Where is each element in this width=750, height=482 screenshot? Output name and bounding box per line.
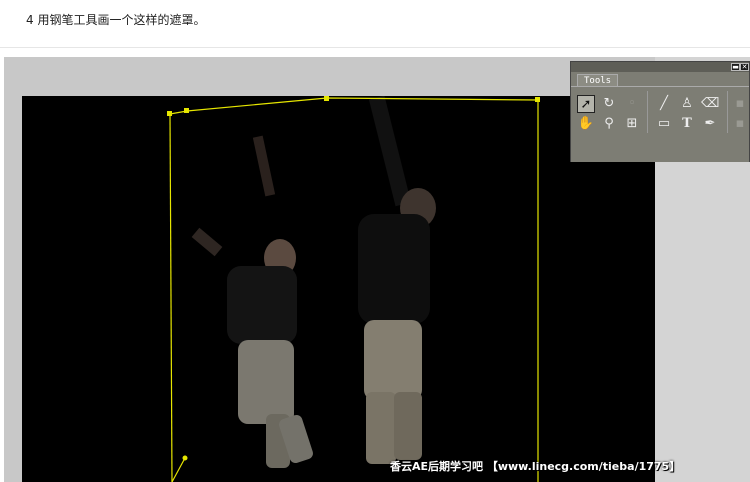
right-dancer [358,96,436,464]
mask-vertex [324,96,329,101]
tools-titlebar[interactable]: ▬ ✕ [571,62,749,72]
footage-image [167,96,540,482]
camera-orbit-icon[interactable]: ◦ [623,95,641,113]
pan-behind-icon[interactable]: ⊞ [623,115,641,133]
mask-vertex [167,111,172,116]
mask-vertex [535,97,540,102]
mask-path-right [169,97,539,482]
mask-vertex [184,108,189,113]
brush-icon[interactable]: ╱ [655,95,673,113]
hand-icon[interactable]: ✋ [577,115,595,133]
world-axis-icon[interactable]: ▪ [731,115,749,133]
axis-mode-icon[interactable]: ▪ [731,95,749,113]
tools-panel[interactable]: ▬ ✕ Tools ➚ ↻ ◦ ✋ ⚲ ⊞ ╱ ♙ ⌫ ▭ T ✒ ▪ ▪ [570,61,750,162]
watermark-text: 香云AE后期学习吧 【www.linecg.com/tieba/1775】 [390,460,681,473]
eraser-icon[interactable]: ⌫ [701,95,719,113]
instruction-text: 4 用钢笔工具画一个这样的遮罩。 [26,13,206,27]
mask-path-left [169,113,173,482]
instruction-bar: 4 用钢笔工具画一个这样的遮罩。 [0,0,750,48]
minimize-icon[interactable]: ▬ [731,63,740,71]
rotate-icon[interactable]: ↻ [600,95,618,113]
text-icon[interactable]: T [678,115,696,133]
clone-stamp-icon[interactable]: ♙ [678,95,696,113]
pen-icon[interactable]: ✒ [701,115,719,133]
mask-vertex [182,455,188,461]
selection-arrow-icon[interactable]: ➚ [577,95,595,113]
composition-viewer[interactable] [22,96,655,482]
close-icon[interactable]: ✕ [740,63,749,71]
rectangle-mask-icon[interactable]: ▭ [655,115,673,133]
tool-divider [727,91,728,133]
tools-body: ➚ ↻ ◦ ✋ ⚲ ⊞ ╱ ♙ ⌫ ▭ T ✒ ▪ ▪ [571,86,749,162]
tool-divider [647,91,648,133]
zoom-icon[interactable]: ⚲ [600,115,618,133]
left-dancer [191,135,313,468]
